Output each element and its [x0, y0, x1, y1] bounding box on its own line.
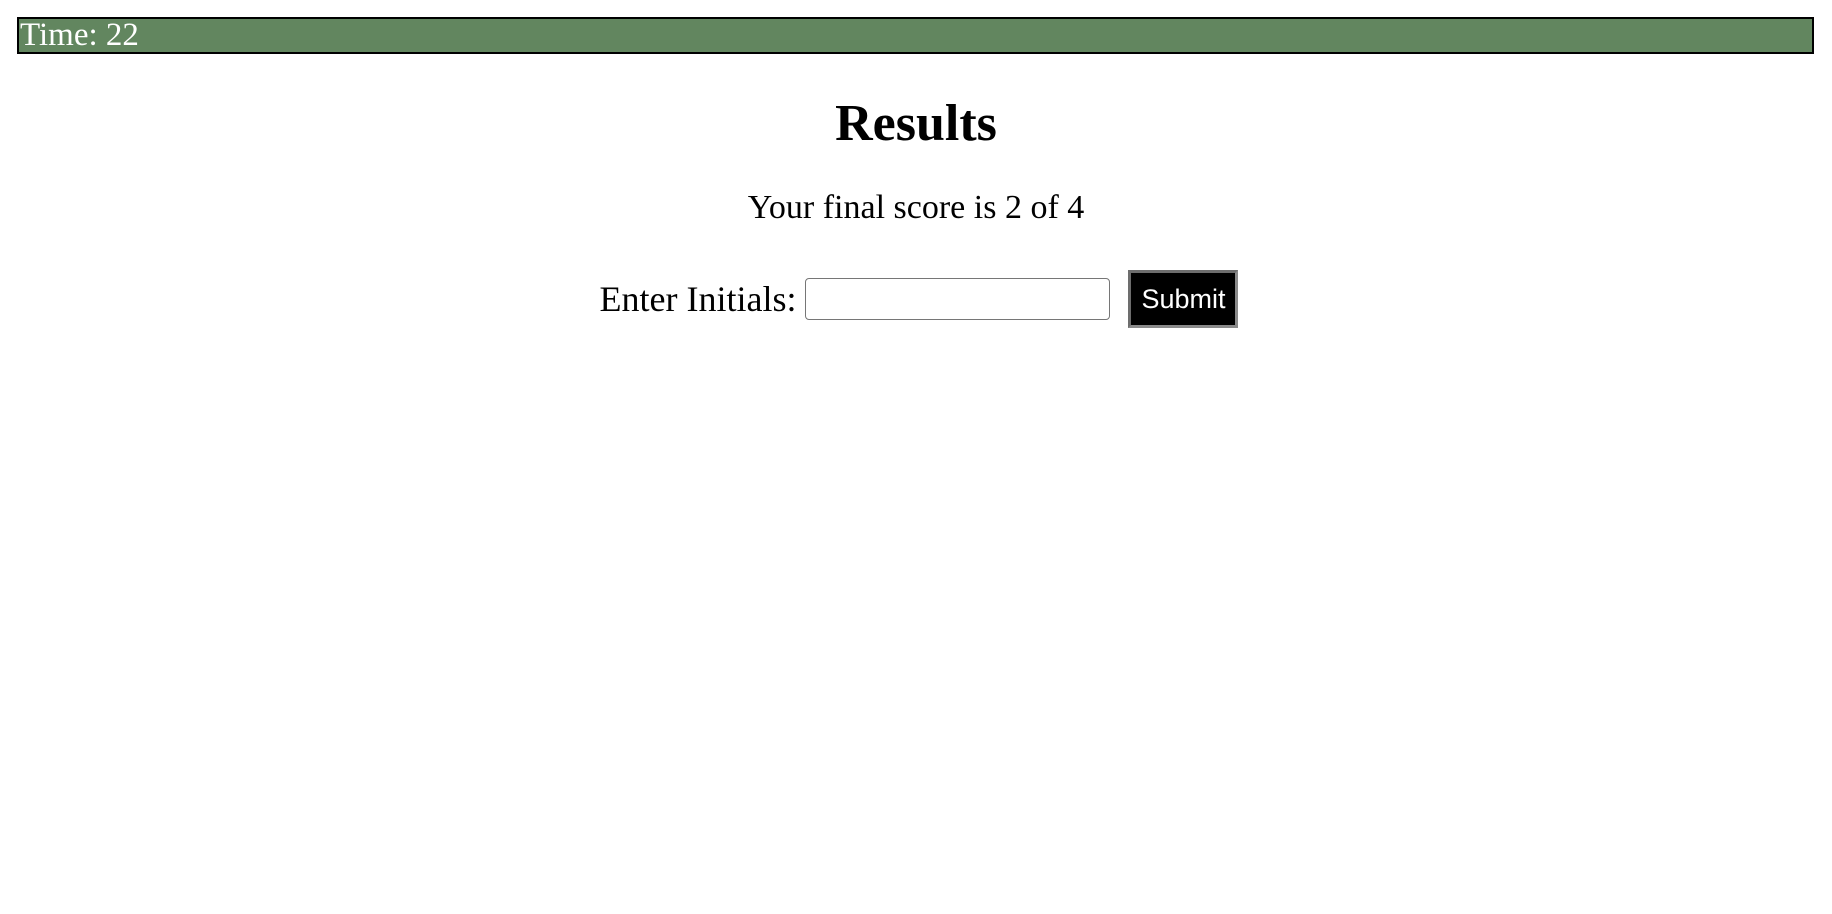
timer-label: Time:: [20, 17, 98, 53]
initials-input[interactable]: [805, 278, 1111, 320]
score-value: 2: [1004, 189, 1022, 226]
final-score-text: Your final score is 2 of 4: [0, 188, 1832, 228]
score-prefix: Your final score is: [747, 189, 997, 226]
score-total: 4: [1067, 189, 1085, 226]
initials-form: Enter Initials: Submit: [0, 270, 1832, 328]
initials-label: Enter Initials:: [599, 279, 797, 319]
submit-button[interactable]: Submit: [1128, 270, 1239, 328]
score-of: of: [1030, 189, 1059, 226]
timer-bar: Time: 22: [17, 17, 1814, 54]
page-title: Results: [835, 95, 997, 152]
timer-value: 22: [105, 17, 139, 53]
